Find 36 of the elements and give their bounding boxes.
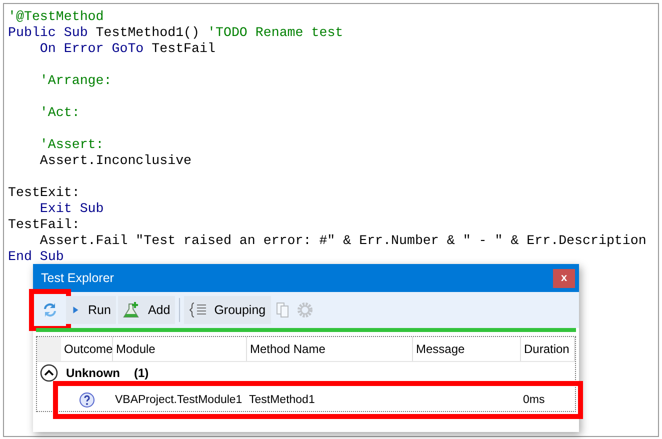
close-button[interactable]: x bbox=[553, 268, 575, 288]
collapse-icon[interactable] bbox=[40, 364, 58, 382]
table-cell-text: VBAProject.TestModule1 bbox=[114, 394, 244, 406]
code-comment: 'TODO Rename test bbox=[208, 25, 344, 40]
refresh-icon bbox=[41, 301, 59, 319]
column-header[interactable]: Outcome bbox=[61, 337, 113, 361]
table-cell-text: TestMethod1 bbox=[248, 394, 316, 406]
flask-plus-icon bbox=[122, 301, 141, 319]
column-header[interactable]: Duration bbox=[521, 337, 575, 361]
code-keyword: On Error GoTo bbox=[38, 41, 145, 56]
code-text: TestFail bbox=[152, 41, 216, 56]
code-comment: 'Assert: bbox=[38, 137, 104, 152]
group-label: Unknown bbox=[66, 366, 120, 380]
run-button[interactable]: Run bbox=[66, 296, 116, 324]
code-keyword: Exit Sub bbox=[38, 201, 104, 216]
group-count: (1) bbox=[134, 366, 149, 380]
code-comment: 'Act: bbox=[38, 105, 80, 120]
add-button[interactable]: Add bbox=[118, 296, 176, 324]
grouping-icon bbox=[189, 301, 208, 319]
question-icon bbox=[79, 392, 95, 408]
code-text: Assert.Fail "Test raised an error: #" & Err.Number & " - " & Err.Description bbox=[38, 233, 646, 248]
code-comment: 'Arrange: bbox=[38, 73, 112, 88]
column-header[interactable]: Module bbox=[113, 337, 247, 361]
window-title: Test Explorer bbox=[41, 271, 114, 285]
code-keyword: Public Sub bbox=[8, 25, 89, 40]
code-text: TestFail: bbox=[8, 217, 80, 232]
table-cell-text: 0ms bbox=[522, 394, 546, 406]
grouping-button[interactable]: Grouping bbox=[184, 296, 271, 324]
code-keyword: End Sub bbox=[8, 249, 64, 264]
settings-icon bbox=[296, 301, 314, 319]
code-text: TestMethod1() bbox=[96, 25, 201, 40]
column-header[interactable]: Method Name bbox=[247, 337, 413, 361]
column-header[interactable]: Message bbox=[413, 337, 521, 361]
code-comment: '@TestMethod bbox=[8, 9, 104, 24]
code-text: Assert.Inconclusive bbox=[38, 153, 192, 168]
code-text: TestExit: bbox=[8, 185, 80, 200]
